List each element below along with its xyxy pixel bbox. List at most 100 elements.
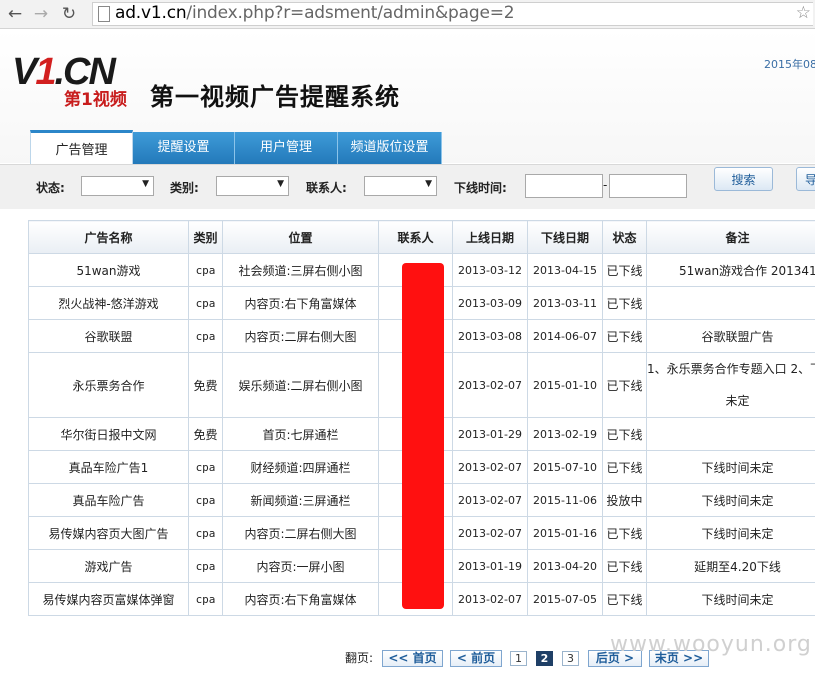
first-page-button[interactable]: << 首页 (382, 650, 443, 667)
offline-date-cell: 2015-07-10 (527, 450, 603, 484)
ad-name-cell: 真品车险广告 (28, 483, 189, 517)
status-select[interactable]: ▼ (81, 176, 154, 196)
column-header: 备注 (646, 220, 815, 254)
ad-name-cell: 游戏广告 (28, 549, 189, 583)
ad-name-cell: 真品车险广告1 (28, 450, 189, 484)
category-label: 类别: (170, 181, 199, 195)
note-cell: 1、永乐票务合作专题入口 2、下 未定 (646, 352, 815, 418)
date-separator: - (603, 178, 608, 192)
search-button[interactable]: 搜索 (714, 167, 773, 191)
chevron-down-icon: ▼ (277, 179, 284, 189)
category-cell: 免费 (188, 352, 223, 418)
pagination-label: 翻页: (345, 651, 374, 665)
ad-name-cell: 华尔街日报中文网 (28, 417, 189, 451)
position-cell: 内容页:二屏右侧大图 (222, 516, 379, 550)
status-label: 状态: (36, 181, 65, 195)
logo-subtitle: 第1视频 (64, 90, 127, 110)
url-text[interactable]: ad.v1.cn/index.php?r=adsment/admin&page=… (115, 3, 515, 24)
forward-arrow-icon[interactable]: → (30, 3, 52, 25)
offline-date-cell: 2015-01-16 (527, 516, 603, 550)
online-date-cell: 2013-02-07 (452, 450, 528, 484)
status-cell: 已下线 (602, 253, 647, 287)
column-header: 下线日期 (527, 220, 603, 254)
offline-date-cell: 2013-02-19 (527, 417, 603, 451)
page-3-link[interactable]: 3 (562, 651, 579, 666)
note-cell: 下线时间未定 (646, 516, 815, 550)
column-header: 联系人 (378, 220, 453, 254)
watermark: www.wooyun.org (610, 632, 812, 657)
offline-date-cell: 2013-04-20 (527, 549, 603, 583)
category-cell: cpa (188, 319, 223, 353)
status-cell: 已下线 (602, 319, 647, 353)
category-cell: 免费 (188, 417, 223, 451)
system-title: 第一视频广告提醒系统 (150, 83, 400, 111)
page-1-link[interactable]: 1 (510, 651, 527, 666)
position-cell: 娱乐频道:二屏右侧小图 (222, 352, 379, 418)
offline-date-cell: 2015-11-06 (527, 483, 603, 517)
export-button[interactable]: 导 (796, 167, 815, 191)
position-cell: 内容页:右下角富媒体 (222, 582, 379, 616)
position-cell: 内容页:二屏右侧大图 (222, 319, 379, 353)
ad-name-cell: 谷歌联盟 (28, 319, 189, 353)
tab-channel-slot-settings[interactable]: 频道版位设置 (338, 132, 442, 164)
url-path: /index.php?r=adsment/admin&page=2 (186, 3, 515, 23)
online-date-cell: 2013-03-09 (452, 286, 528, 320)
ad-name-cell: 永乐票务合作 (28, 352, 189, 418)
page-icon (98, 6, 110, 22)
note-cell: 下线时间未定 (646, 483, 815, 517)
reload-icon[interactable]: ↻ (58, 3, 80, 25)
note-cell: 谷歌联盟广告 (646, 319, 815, 353)
ad-name-cell: 烈火战神-悠洋游戏 (28, 286, 189, 320)
status-cell: 已下线 (602, 417, 647, 451)
status-cell: 已下线 (602, 450, 647, 484)
contact-select[interactable]: ▼ (364, 176, 437, 196)
status-cell: 已下线 (602, 582, 647, 616)
offline-date-cell: 2013-03-11 (527, 286, 603, 320)
category-cell: cpa (188, 516, 223, 550)
category-cell: cpa (188, 549, 223, 583)
back-arrow-icon[interactable]: ← (4, 3, 26, 25)
tab-reminder-settings[interactable]: 提醒设置 (133, 132, 235, 164)
address-bar[interactable]: ad.v1.cn/index.php?r=adsment/admin&page=… (92, 2, 813, 26)
note-cell (646, 417, 815, 451)
bookmark-star-icon[interactable]: ☆ (796, 3, 811, 24)
status-cell: 已下线 (602, 286, 647, 320)
category-cell: cpa (188, 286, 223, 320)
category-cell: cpa (188, 253, 223, 287)
tab-user-management[interactable]: 用户管理 (235, 132, 338, 164)
column-header: 类别 (188, 220, 223, 254)
status-cell: 已下线 (602, 549, 647, 583)
offline-end-input[interactable] (609, 174, 687, 198)
offline-date-cell: 2015-07-05 (527, 582, 603, 616)
column-header: 上线日期 (452, 220, 528, 254)
ad-name-cell: 51wan游戏 (28, 253, 189, 287)
note-cell: 下线时间未定 (646, 450, 815, 484)
column-header: 状态 (602, 220, 647, 254)
position-cell: 首页:七屏通栏 (222, 417, 379, 451)
url-host: ad.v1.cn (115, 3, 187, 23)
column-header: 位置 (222, 220, 379, 254)
online-date-cell: 2013-01-19 (452, 549, 528, 583)
online-date-cell: 2013-01-29 (452, 417, 528, 451)
offline-date-cell: 2014-06-07 (527, 319, 603, 353)
category-cell: cpa (188, 450, 223, 484)
prev-page-button[interactable]: < 前页 (450, 650, 502, 667)
filter-bar: 状态: ▼ 类别: ▼ 联系人: ▼ 下线时间: - 搜索 导 (0, 164, 815, 209)
tab-ad-management[interactable]: 广告管理 (30, 130, 133, 164)
status-cell: 投放中 (602, 483, 647, 517)
position-cell: 新闻频道:三屏通栏 (222, 483, 379, 517)
offline-start-input[interactable] (525, 174, 603, 198)
offline-time-label: 下线时间: (454, 181, 507, 195)
note-line: 未定 (725, 394, 750, 408)
position-cell: 内容页:右下角富媒体 (222, 286, 379, 320)
online-date-cell: 2013-02-07 (452, 516, 528, 550)
position-cell: 内容页:一屏小图 (222, 549, 379, 583)
online-date-cell: 2013-03-12 (452, 253, 528, 287)
chevron-down-icon: ▼ (142, 179, 149, 189)
note-cell (646, 286, 815, 320)
table-header-row: 广告名称 类别 位置 联系人 上线日期 下线日期 状态 备注 (28, 220, 815, 254)
category-select[interactable]: ▼ (216, 176, 289, 196)
header-date: 2015年08月 (764, 58, 815, 71)
column-header: 广告名称 (28, 220, 189, 254)
status-cell: 已下线 (602, 516, 647, 550)
